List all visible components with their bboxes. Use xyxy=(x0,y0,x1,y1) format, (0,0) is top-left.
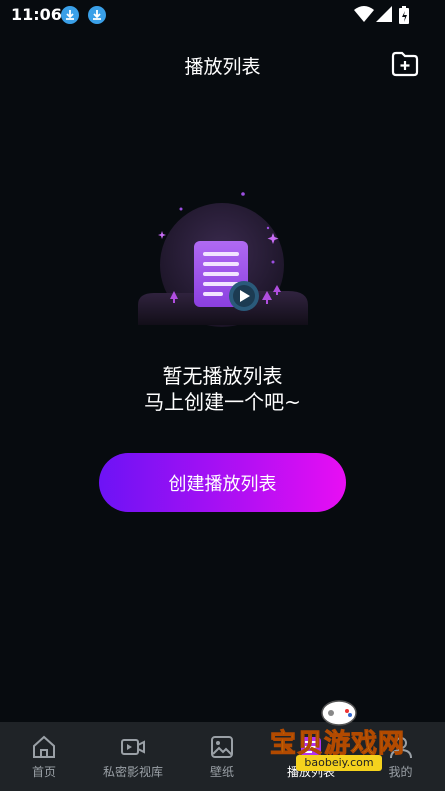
create-playlist-label: 创建播放列表 xyxy=(168,473,277,495)
empty-playlist-illustration xyxy=(138,192,308,327)
image-icon xyxy=(211,736,233,758)
tab-label: 私密影视库 xyxy=(102,765,163,779)
signal-icon xyxy=(376,6,392,22)
status-time: 11:06 xyxy=(11,5,62,24)
wifi-icon xyxy=(354,6,374,22)
tab-home[interactable]: 首页 xyxy=(0,722,88,791)
battery-icon xyxy=(399,6,409,24)
tab-label: 首页 xyxy=(31,765,56,779)
status-bar: 11:06 xyxy=(0,0,445,30)
add-folder-icon[interactable] xyxy=(390,49,420,79)
tab-wallpaper[interactable]: 壁纸 xyxy=(178,722,266,791)
home-icon xyxy=(33,735,55,758)
watermark-url: baobeiy.com xyxy=(296,755,382,771)
tab-label: 壁纸 xyxy=(209,765,234,779)
download-icon xyxy=(88,6,106,24)
empty-state-subtitle: 马上创建一个吧~ xyxy=(144,390,301,414)
tab-private-video-library[interactable]: 私密影视库 xyxy=(88,722,178,791)
page-title: 播放列表 xyxy=(184,56,261,78)
video-camera-icon xyxy=(121,739,145,755)
empty-state-title: 暂无播放列表 xyxy=(162,364,283,388)
create-playlist-button[interactable]: 创建播放列表 xyxy=(99,453,346,512)
download-icon xyxy=(61,6,79,24)
watermark: 宝贝游戏网 baobeiy.com xyxy=(264,697,414,787)
